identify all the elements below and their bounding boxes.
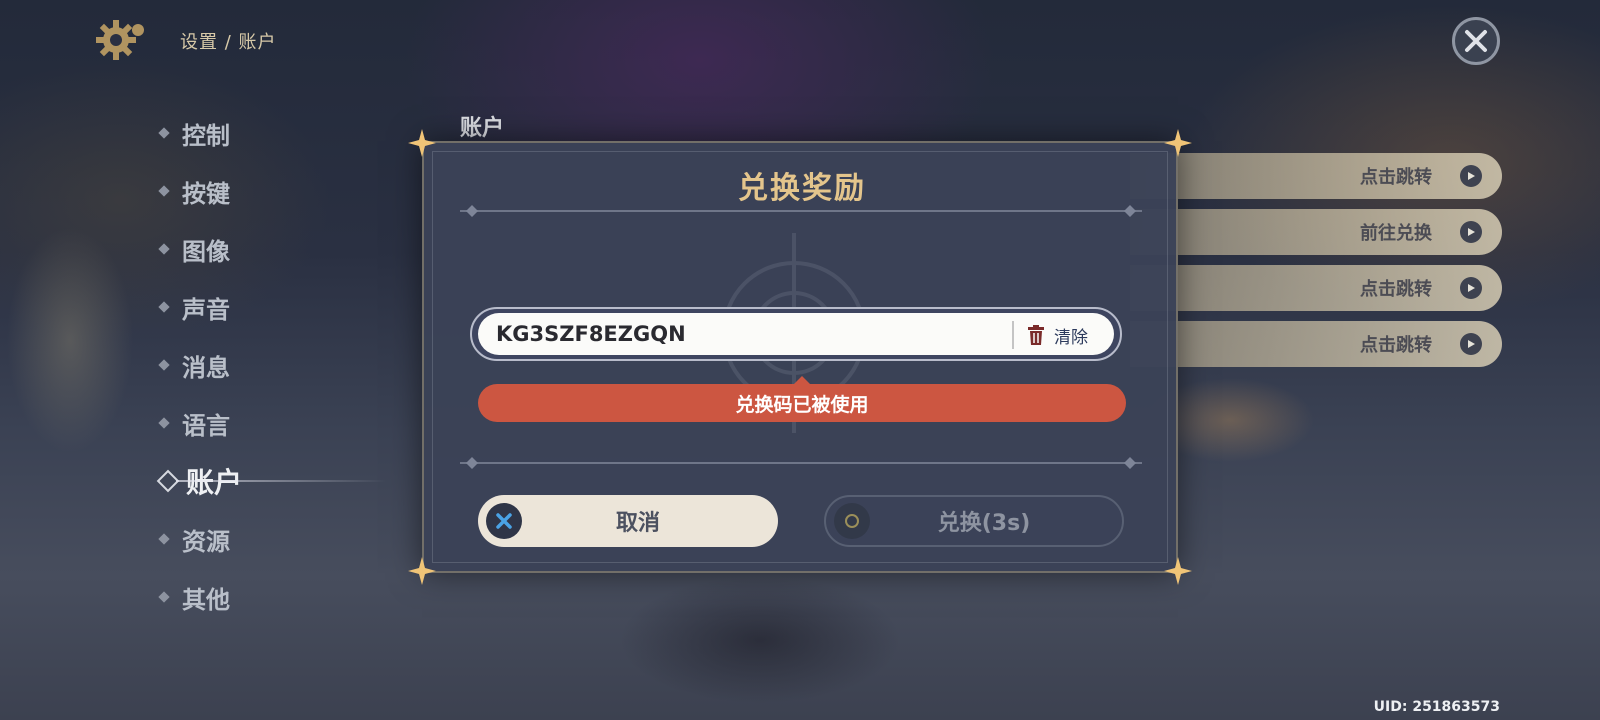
sidebar-item-keys[interactable]: 按键: [156, 162, 396, 220]
close-button[interactable]: [1452, 17, 1500, 65]
section-title: 账户: [460, 116, 505, 141]
sidebar-item-other[interactable]: 其他: [156, 568, 396, 626]
corner-ornament-icon: [408, 129, 436, 157]
settings-sidebar: 控制 按键 图像 声音 消息 语言 账户 资源 其他: [156, 104, 396, 626]
bullet-icon: [158, 243, 170, 255]
sidebar-item-label: 语言: [182, 411, 230, 440]
link-button-label: 点击跳转: [1360, 167, 1432, 188]
gear-icon: [94, 16, 152, 64]
sidebar-item-graphics[interactable]: 图像: [156, 220, 396, 278]
sidebar-item-label: 资源: [182, 527, 230, 556]
bullet-icon: [158, 417, 170, 429]
redeem-button[interactable]: 兑换(3s): [824, 495, 1124, 547]
corner-ornament-icon: [1164, 129, 1192, 157]
cancel-button-label: 取消: [615, 511, 660, 536]
play-icon: [1460, 165, 1482, 187]
sidebar-item-account[interactable]: 账户: [156, 452, 396, 510]
sidebar-item-label: 其他: [182, 585, 230, 614]
confirm-circle-icon: [834, 503, 870, 539]
clear-button-label: 清除: [1054, 327, 1088, 348]
divider: [460, 205, 1142, 217]
link-button-label: 前往兑换: [1360, 223, 1432, 244]
sidebar-item-language[interactable]: 语言: [156, 394, 396, 452]
bullet-icon: [158, 359, 170, 371]
sidebar-item-control[interactable]: 控制: [156, 104, 396, 162]
play-icon: [1460, 333, 1482, 355]
sidebar-item-label: 消息: [182, 353, 230, 382]
bullet-icon: [158, 127, 170, 139]
code-input-frame: 清除: [470, 307, 1122, 361]
redeem-link-button[interactable]: 前往兑换: [1130, 209, 1502, 255]
sidebar-item-label: 控制: [182, 121, 230, 150]
trash-icon: [1028, 325, 1044, 345]
bullet-icon: [158, 301, 170, 313]
jump-link-button[interactable]: 点击跳转: [1130, 321, 1502, 367]
cancel-x-icon: [486, 503, 522, 539]
sidebar-item-label: 按键: [182, 179, 230, 208]
uid-label: UID: 251863573: [1373, 699, 1500, 715]
bullet-icon: [156, 469, 180, 493]
sidebar-item-label: 图像: [182, 237, 230, 266]
jump-link-button[interactable]: 点击跳转: [1130, 265, 1502, 311]
redeem-button-label: 兑换(3s): [937, 511, 1031, 536]
play-icon: [1460, 277, 1482, 299]
link-button-label: 点击跳转: [1360, 279, 1432, 300]
bullet-icon: [158, 591, 170, 603]
cancel-button[interactable]: 取消: [478, 495, 778, 547]
dialog-title: 兑换奖励: [738, 171, 866, 206]
breadcrumb: 设置 / 账户: [180, 32, 277, 53]
sidebar-item-label: 账户: [186, 466, 243, 499]
sidebar-item-audio[interactable]: 声音: [156, 278, 396, 336]
sidebar-item-label: 声音: [182, 295, 230, 324]
clear-button[interactable]: 清除: [1012, 321, 1088, 349]
redeem-dialog: 兑换奖励 清除 兑换码已被使用 取消 兑换(3s): [408, 129, 1192, 585]
sidebar-item-messages[interactable]: 消息: [156, 336, 396, 394]
divider: [460, 457, 1142, 469]
bullet-icon: [158, 185, 170, 197]
close-icon: [1465, 30, 1487, 52]
bullet-icon: [158, 533, 170, 545]
corner-ornament-icon: [408, 557, 436, 585]
error-message: 兑换码已被使用: [478, 376, 1126, 422]
link-button-label: 点击跳转: [1360, 335, 1432, 356]
sidebar-item-resources[interactable]: 资源: [156, 510, 396, 568]
jump-link-button[interactable]: 点击跳转: [1130, 153, 1502, 199]
play-icon: [1460, 221, 1482, 243]
corner-ornament-icon: [1164, 557, 1192, 585]
